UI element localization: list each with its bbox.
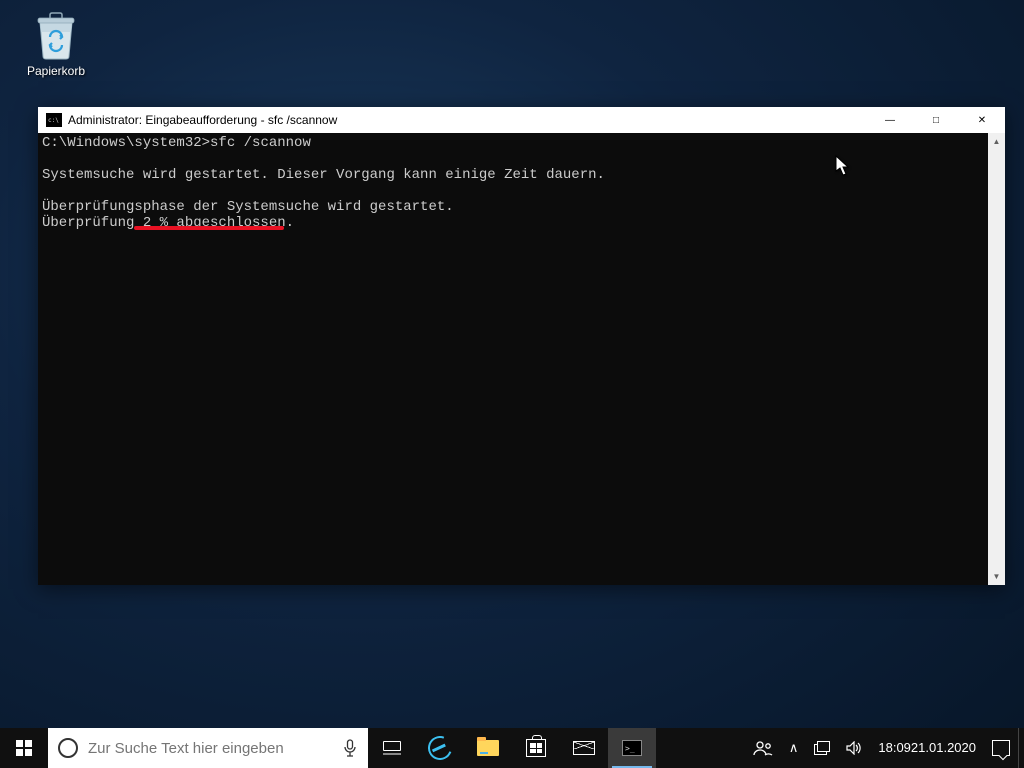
search-input[interactable] [88, 740, 332, 757]
window-title: Administrator: Eingabeaufforderung - sfc… [68, 113, 867, 127]
recycle-bin-label: Papierkorb [20, 64, 92, 78]
network-icon [814, 741, 830, 755]
system-tray: ∧ 18:09 21.01.2020 [745, 728, 1024, 768]
taskbar-file-explorer[interactable] [464, 728, 512, 768]
task-view-icon [383, 741, 401, 755]
annotation-underline [134, 226, 284, 230]
store-icon [526, 739, 546, 757]
terminal-output[interactable]: C:\Windows\system32>sfc /scannow Systems… [38, 133, 988, 585]
task-view-button[interactable] [368, 728, 416, 768]
search-box[interactable] [48, 728, 368, 768]
microphone-icon[interactable] [332, 739, 368, 757]
scrollbar[interactable]: ▲ ▼ [988, 133, 1005, 585]
volume-button[interactable] [838, 728, 870, 768]
action-center-button[interactable] [984, 728, 1018, 768]
cmd-line-start: Systemsuche wird gestartet. Dieser Vorga… [42, 167, 605, 183]
cortana-icon [58, 738, 78, 758]
start-button[interactable] [0, 728, 48, 768]
taskbar: ∧ 18:09 21.01.2020 [0, 728, 1024, 768]
tray-overflow-button[interactable]: ∧ [781, 728, 807, 768]
clock[interactable]: 18:09 21.01.2020 [870, 728, 984, 768]
edge-icon [424, 732, 456, 764]
scroll-down-button[interactable]: ▼ [988, 568, 1005, 585]
people-button[interactable] [745, 728, 781, 768]
minimize-button[interactable]: — [867, 107, 913, 133]
network-button[interactable] [806, 728, 838, 768]
clock-date: 21.01.2020 [911, 741, 976, 755]
titlebar[interactable]: Administrator: Eingabeaufforderung - sfc… [38, 107, 1005, 133]
taskbar-edge[interactable] [416, 728, 464, 768]
mail-icon [573, 741, 595, 755]
show-desktop-button[interactable] [1018, 728, 1024, 768]
cmd-prompt: C:\Windows\system32> [42, 135, 210, 151]
recycle-bin[interactable]: Papierkorb [20, 10, 92, 78]
notification-icon [992, 740, 1010, 756]
windows-logo-icon [16, 740, 32, 756]
maximize-button[interactable]: □ [913, 107, 959, 133]
folder-icon [477, 740, 499, 756]
clock-time: 18:09 [878, 741, 911, 755]
taskbar-cmd[interactable] [608, 728, 656, 768]
recycle-bin-icon [30, 10, 82, 62]
scroll-up-button[interactable]: ▲ [988, 133, 1005, 150]
taskbar-store[interactable] [512, 728, 560, 768]
cmd-command: sfc /scannow [210, 135, 311, 151]
cmd-line-phase: Überprüfungsphase der Systemsuche wird g… [42, 199, 454, 215]
taskbar-mail[interactable] [560, 728, 608, 768]
command-prompt-window: Administrator: Eingabeaufforderung - sfc… [38, 107, 1005, 585]
close-button[interactable]: ✕ [959, 107, 1005, 133]
cmd-taskbar-icon [622, 740, 642, 756]
cmd-icon [46, 113, 62, 127]
